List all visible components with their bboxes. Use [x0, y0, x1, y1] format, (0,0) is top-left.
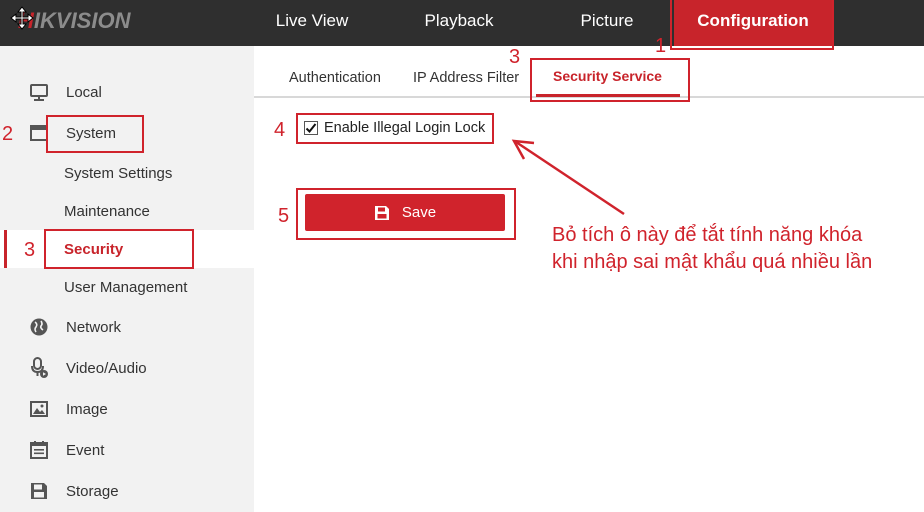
annotation-note-line-1: Bỏ tích ô này để tắt tính năng khóa	[552, 224, 863, 246]
annotation-note-line-2: khi nhập sai mật khẩu quá nhiều lần	[552, 251, 873, 273]
annotation-note: Bỏ tích ô này để tắt tính năng khóa khi …	[552, 222, 872, 276]
